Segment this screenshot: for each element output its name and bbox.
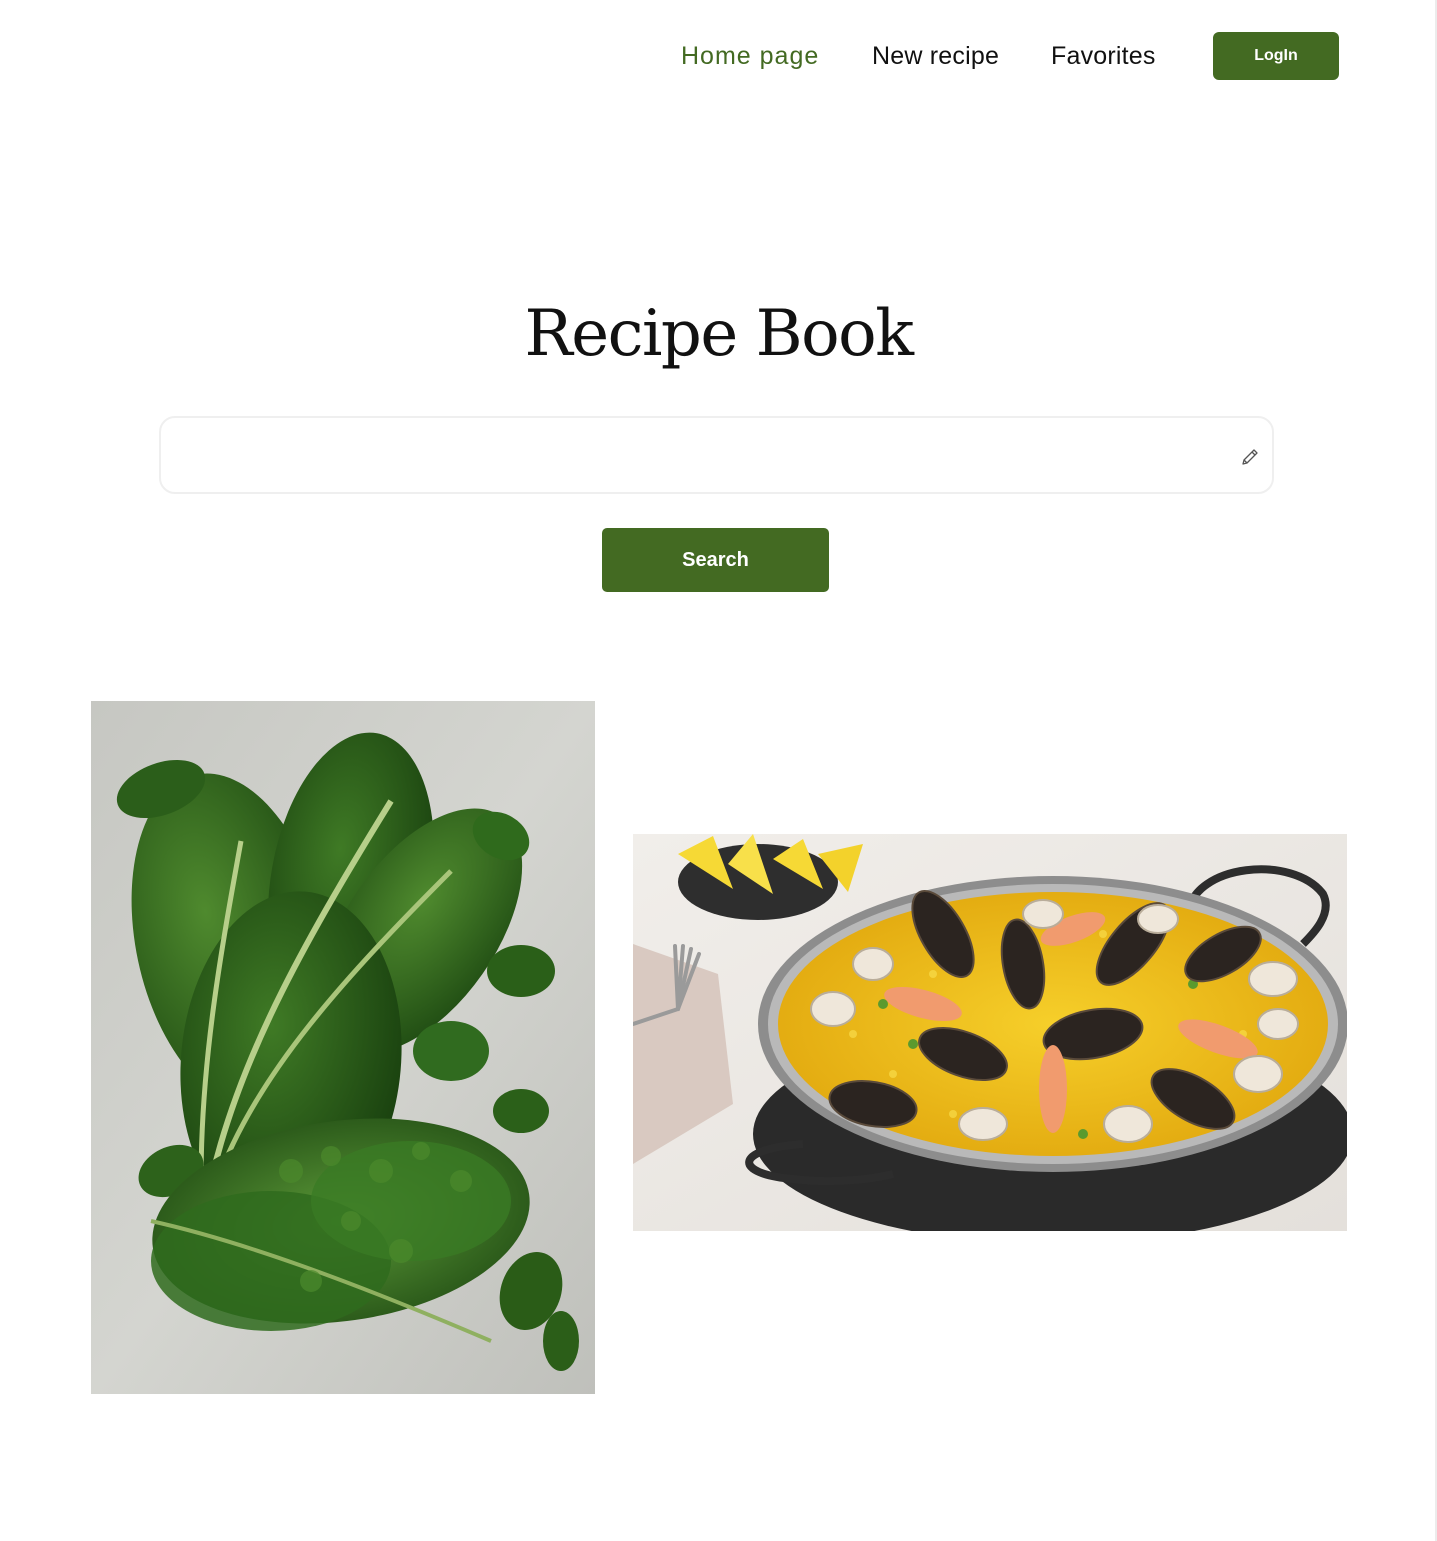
pencil-icon[interactable] [1240,447,1260,467]
search-button[interactable]: Search [602,528,829,592]
recipe-card-greens[interactable] [91,701,595,1394]
nav-home-page[interactable]: Home page [681,40,819,72]
recipe-card-paella[interactable] [633,834,1347,1231]
leafy-greens-photo [91,701,595,1394]
login-button[interactable]: LogIn [1213,32,1339,80]
search-input[interactable] [181,432,1225,480]
top-nav: Home page New recipe Favorites LogIn [0,32,1437,80]
nav-favorites[interactable]: Favorites [1051,40,1156,72]
search-box [159,416,1274,494]
page-title: Recipe Book [524,297,914,371]
nav-new-recipe[interactable]: New recipe [872,40,999,72]
seafood-paella-photo [633,834,1347,1231]
